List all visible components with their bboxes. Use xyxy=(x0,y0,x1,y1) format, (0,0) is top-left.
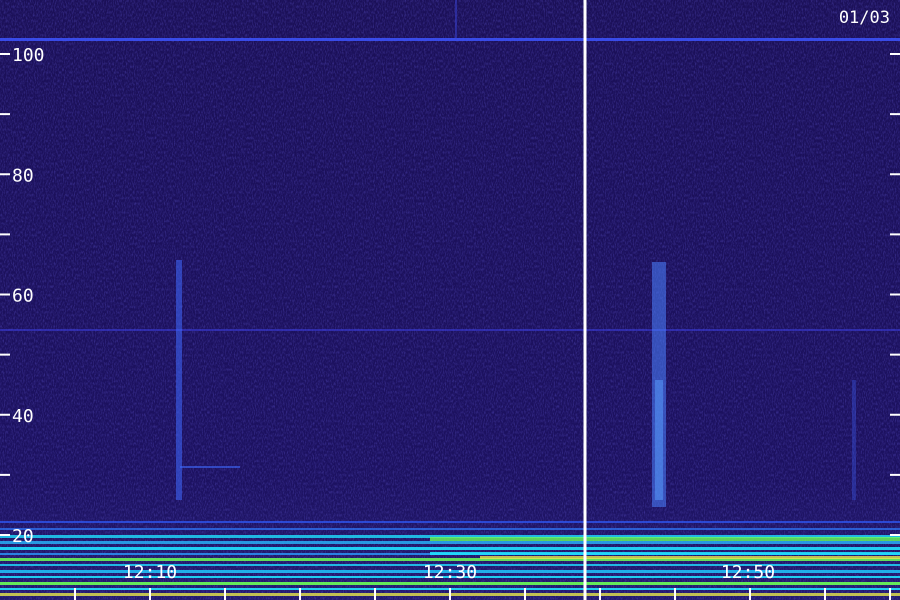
date-label: 01/03 xyxy=(839,8,890,28)
band-line xyxy=(0,38,900,41)
burst xyxy=(852,380,856,500)
x-tick-label: 12:10 xyxy=(123,562,177,583)
band-line xyxy=(0,547,900,550)
y-tick-label: 100 xyxy=(12,45,45,66)
y-tick-label: 40 xyxy=(12,406,34,427)
band-line xyxy=(0,528,900,530)
band-line xyxy=(0,329,900,331)
spectrogram-chart: 20 40 60 80 100 12:10 12:30 12:50 01/03 xyxy=(0,0,900,600)
x-tick-label: 12:30 xyxy=(423,562,477,583)
spectrogram-background xyxy=(0,0,900,600)
band-line xyxy=(0,521,900,523)
band-line xyxy=(430,552,900,555)
burst xyxy=(180,466,240,468)
x-tick-label: 12:50 xyxy=(721,562,775,583)
band-line xyxy=(0,541,900,544)
burst xyxy=(655,380,663,500)
y-tick-label: 20 xyxy=(12,526,34,547)
band-line xyxy=(430,537,900,541)
y-tick-label: 80 xyxy=(12,165,34,186)
y-tick-label: 60 xyxy=(12,286,34,307)
band-line xyxy=(480,556,900,559)
burst xyxy=(176,260,182,500)
burst xyxy=(455,0,457,40)
